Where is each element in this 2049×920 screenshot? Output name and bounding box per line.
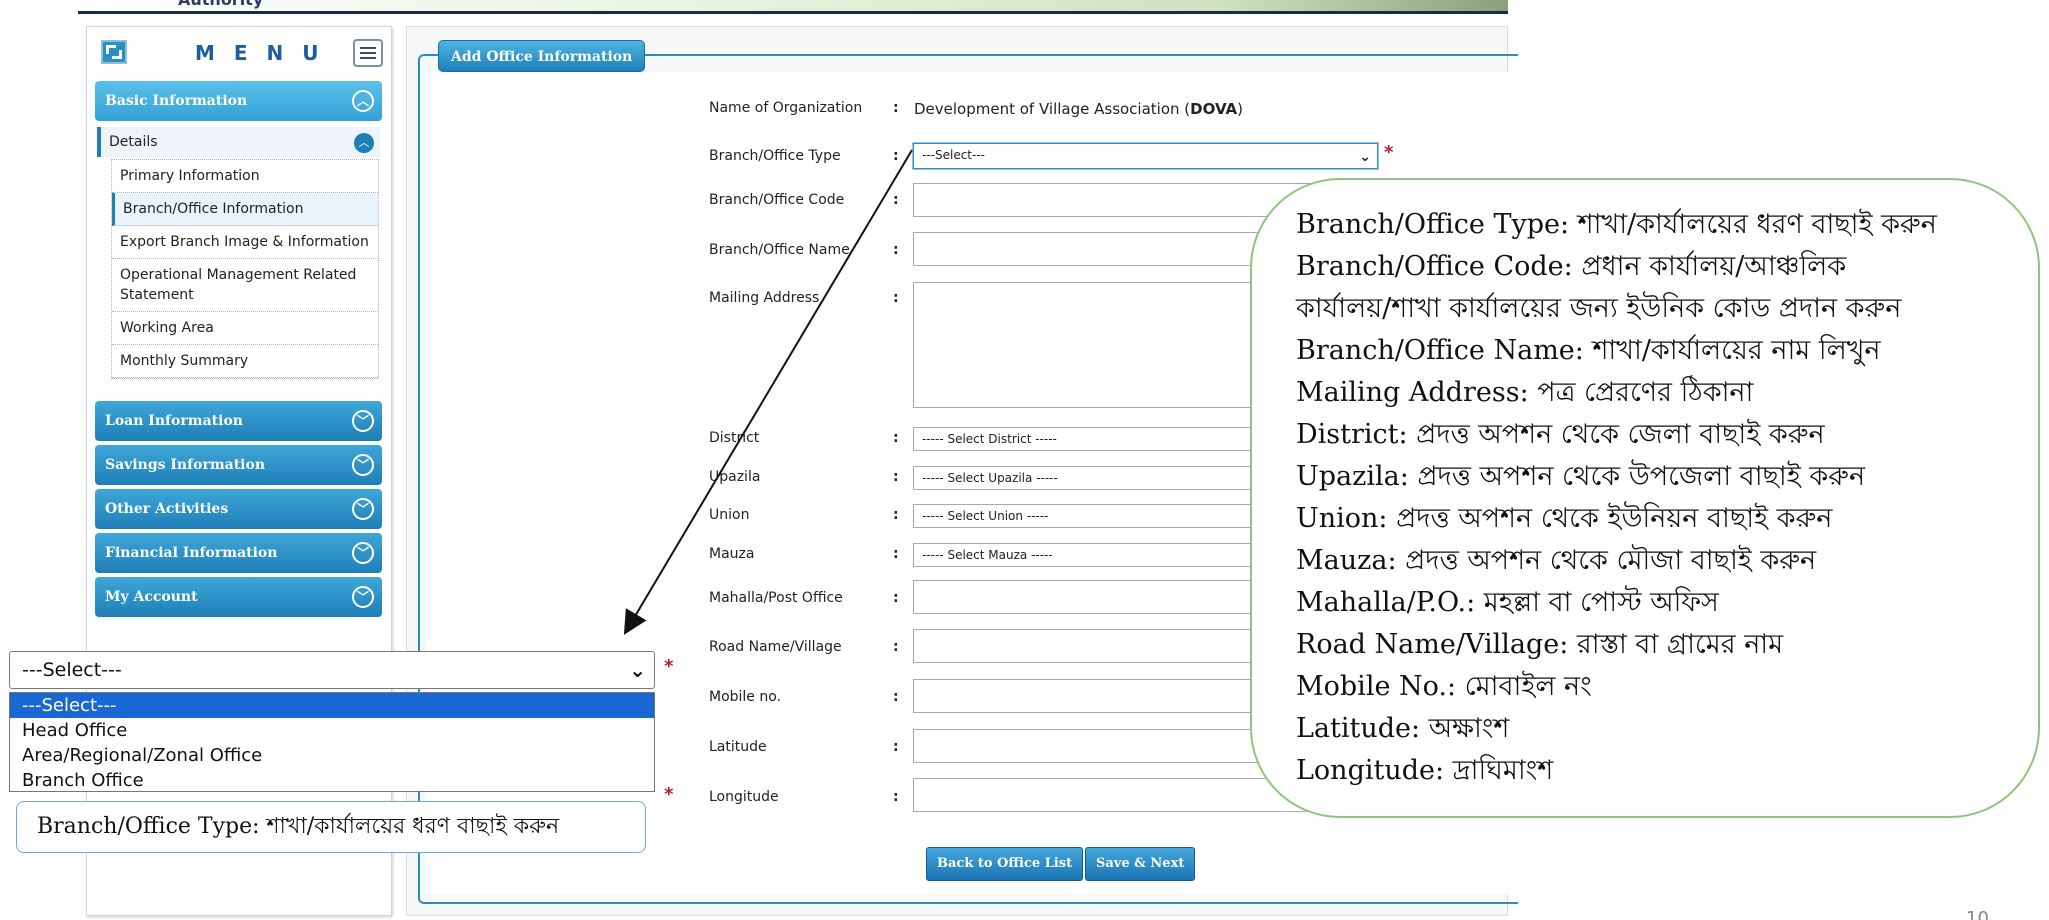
zoomed-branch-type-select[interactable]: ---Select--- ⌄ — [9, 651, 655, 689]
callout-line: Mobile No.: মোবাইল নং — [1296, 671, 1592, 702]
callout-line: District: প্রদত্ত অপশন থেকে জেলা বাছাই ক… — [1296, 419, 1825, 450]
instruction-callout: Branch/Office Type: শাখা/কার্যালয়ের ধরণ… — [1250, 178, 2040, 818]
option-branch-office[interactable]: Branch Office — [10, 768, 654, 793]
callout-line: Upazila: প্রদত্ত অপশন থেকে উপজেলা বাছাই … — [1296, 461, 1866, 492]
callout-line: Union: প্রদত্ত অপশন থেকে ইউনিয়ন বাছাই ক… — [1296, 503, 1833, 534]
callout-line: Mauza: প্রদত্ত অপশন থেকে মৌজা বাছাই করুন — [1296, 545, 1817, 576]
callout-line: Mahalla/P.O.: মহল্লা বা পোস্ট অফিস — [1296, 587, 1719, 618]
chevron-down-icon: ⌄ — [629, 658, 646, 682]
zoomed-caption: Branch/Office Type: শাখা/কার্যালয়ের ধরণ… — [16, 801, 646, 853]
option-select[interactable]: ---Select--- — [10, 693, 654, 718]
callout-line: কার্যালয়/শাখা কার্যালয়ের জন্য ইউনিক কো… — [1296, 293, 1902, 324]
option-head-office[interactable]: Head Office — [10, 718, 654, 743]
required-marker: * — [664, 656, 674, 677]
zoomed-selected-value: ---Select--- — [22, 659, 122, 681]
callout-line: Branch/Office Type: শাখা/কার্যালয়ের ধরণ… — [1296, 209, 1937, 240]
callout-line: Branch/Office Name: শাখা/কার্যালয়ের নাম… — [1296, 335, 1881, 366]
page-number: 10 — [1966, 908, 1989, 920]
callout-line: Latitude: অক্ষাংশ — [1296, 713, 1510, 744]
zoomed-options-list: ---Select--- Head Office Area/Regional/Z… — [9, 692, 655, 792]
callout-line: Branch/Office Code: প্রধান কার্যালয়/আঞ্… — [1296, 251, 1847, 282]
callout-line: Longitude: দ্রাঘিমাংশ — [1296, 755, 1554, 786]
option-area-regional-zonal-office[interactable]: Area/Regional/Zonal Office — [10, 743, 654, 768]
callout-line: Mailing Address: পত্র প্রেরণের ঠিকানা — [1296, 377, 1754, 408]
callout-line: Road Name/Village: রাস্তা বা গ্রামের নাম — [1296, 629, 1784, 660]
